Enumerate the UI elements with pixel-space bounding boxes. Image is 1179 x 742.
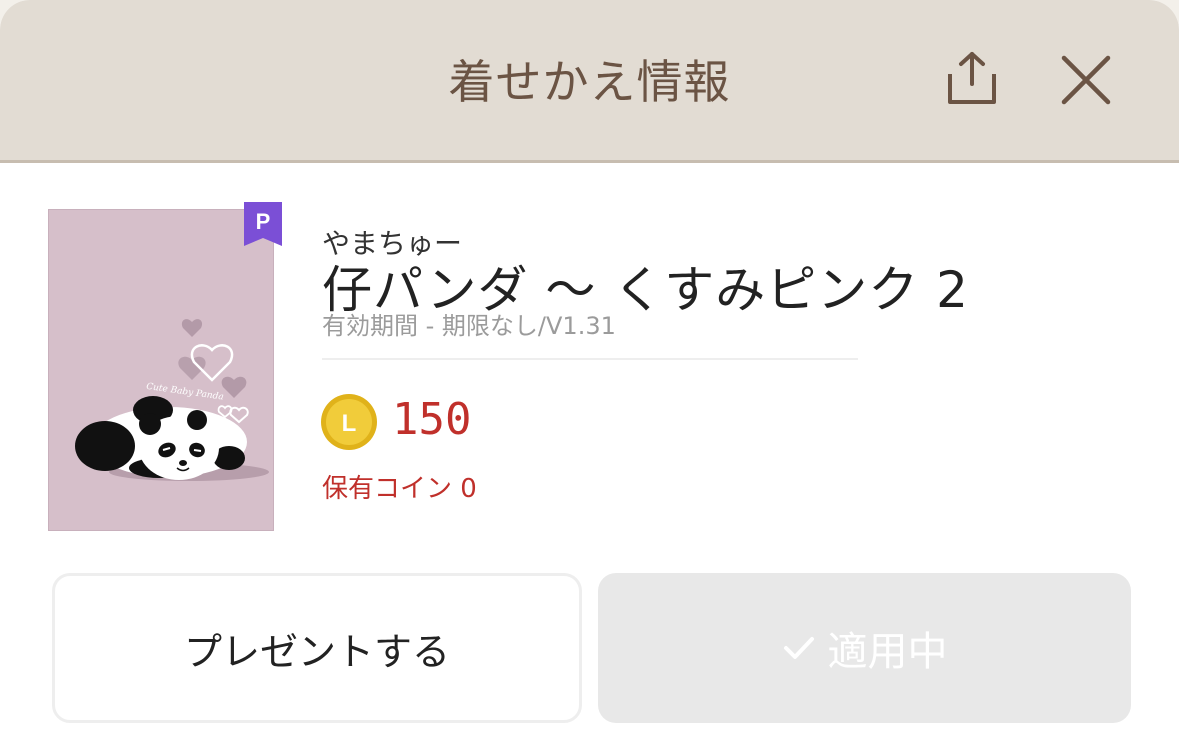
- check-icon: [783, 637, 814, 659]
- page-title: 着せかえ情報: [448, 55, 731, 109]
- share-icon: [948, 52, 996, 104]
- price-amount: 150: [392, 394, 472, 445]
- svg-text:P: P: [256, 209, 271, 234]
- share-button[interactable]: [942, 48, 1002, 108]
- premium-badge: P: [244, 202, 282, 246]
- header-bar: 着せかえ情報: [0, 0, 1179, 163]
- heart-icon: [221, 376, 247, 398]
- present-button[interactable]: プレゼントする: [52, 573, 582, 723]
- divider: [322, 358, 858, 360]
- svg-text:L: L: [342, 410, 357, 437]
- present-button-label: プレゼントする: [183, 629, 450, 674]
- validity-version: 有効期間 - 期限なし/V1.31: [322, 312, 616, 340]
- line-coin-icon: L: [320, 393, 378, 451]
- theme-info-sheet: 着せかえ情報 Cute Baby Panda P やまちゅー 仔パンダ 〜 くす…: [0, 0, 1179, 742]
- heart-outline-icon: [229, 406, 249, 424]
- panda-illustration: Cute Baby Panda: [75, 319, 269, 481]
- applied-button-label: 適用中: [827, 629, 948, 675]
- close-button[interactable]: [1058, 52, 1114, 108]
- close-icon: [1061, 55, 1111, 105]
- applied-button[interactable]: 適用中: [598, 573, 1131, 723]
- owned-coins: 保有コイン 0: [322, 474, 477, 504]
- heart-icon: [181, 319, 203, 337]
- theme-thumbnail: Cute Baby Panda: [48, 209, 274, 531]
